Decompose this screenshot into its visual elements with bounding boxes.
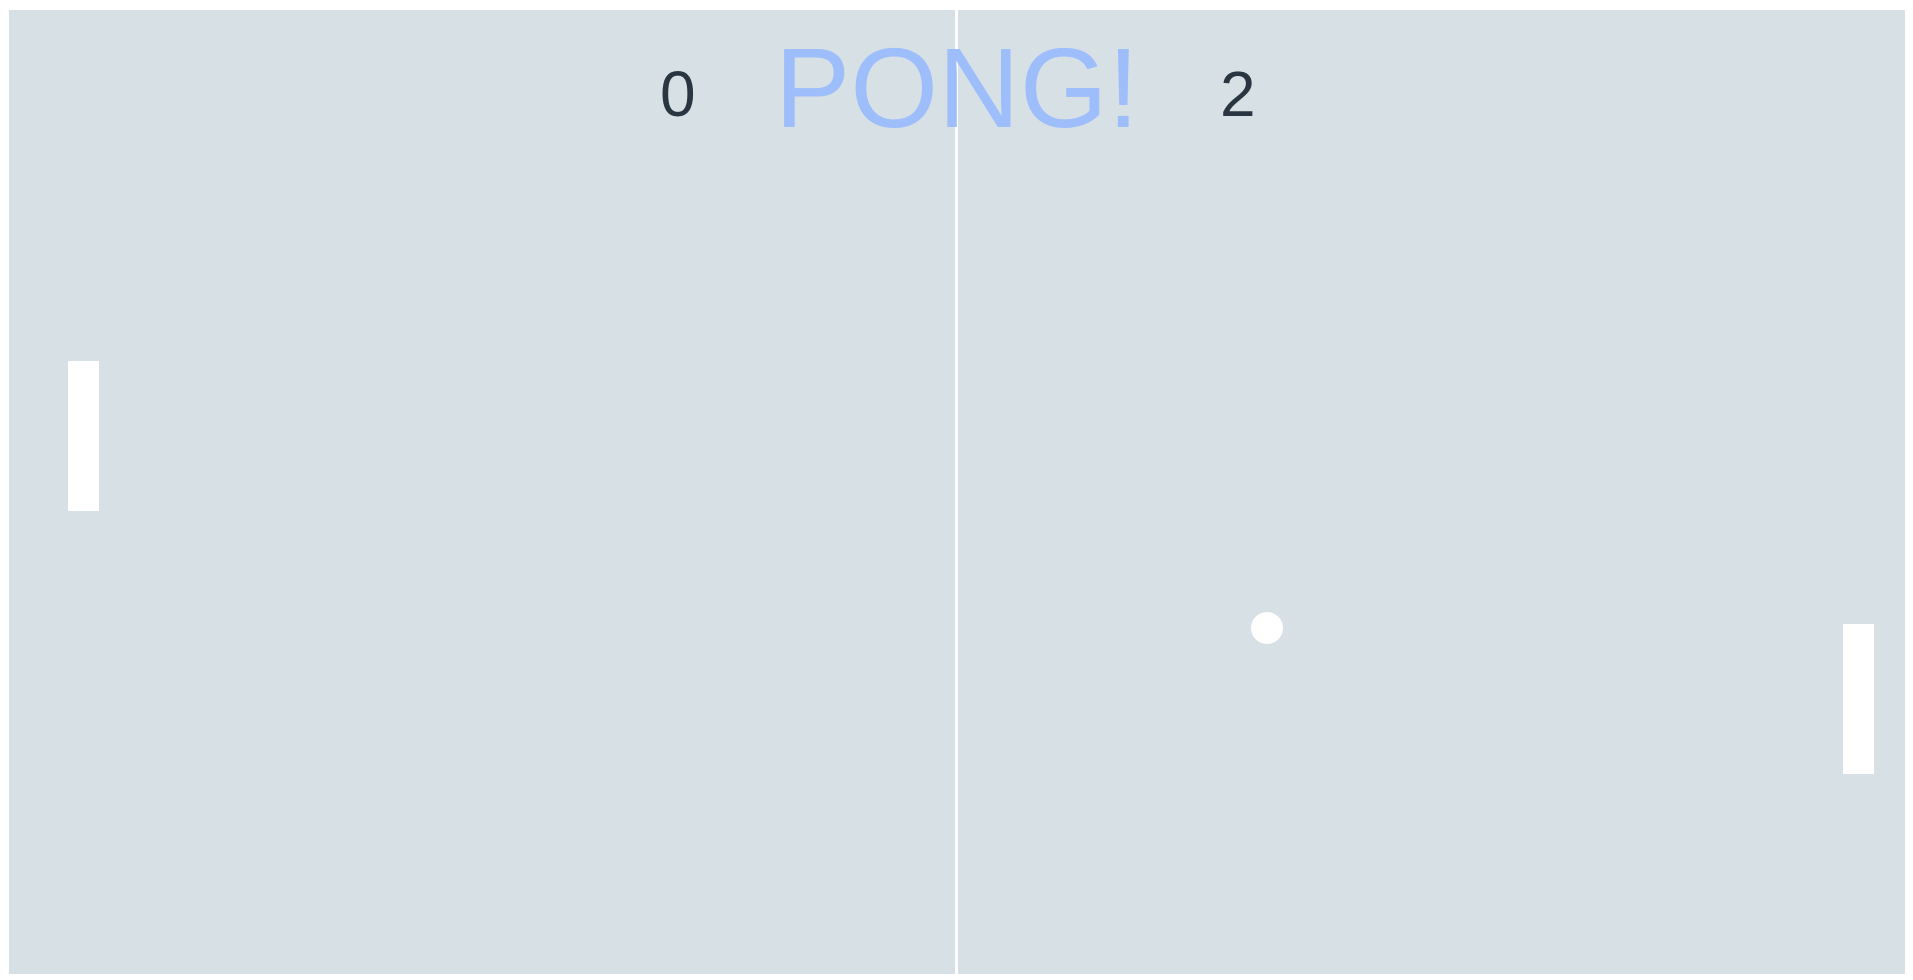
right-player-score: 2 [1220, 58, 1256, 130]
ball [1251, 612, 1283, 644]
left-paddle[interactable] [68, 361, 99, 511]
game-court[interactable]: PONG! 0 2 [9, 10, 1905, 974]
center-net [955, 10, 958, 974]
right-paddle [1843, 624, 1874, 774]
left-player-score: 0 [660, 58, 696, 130]
